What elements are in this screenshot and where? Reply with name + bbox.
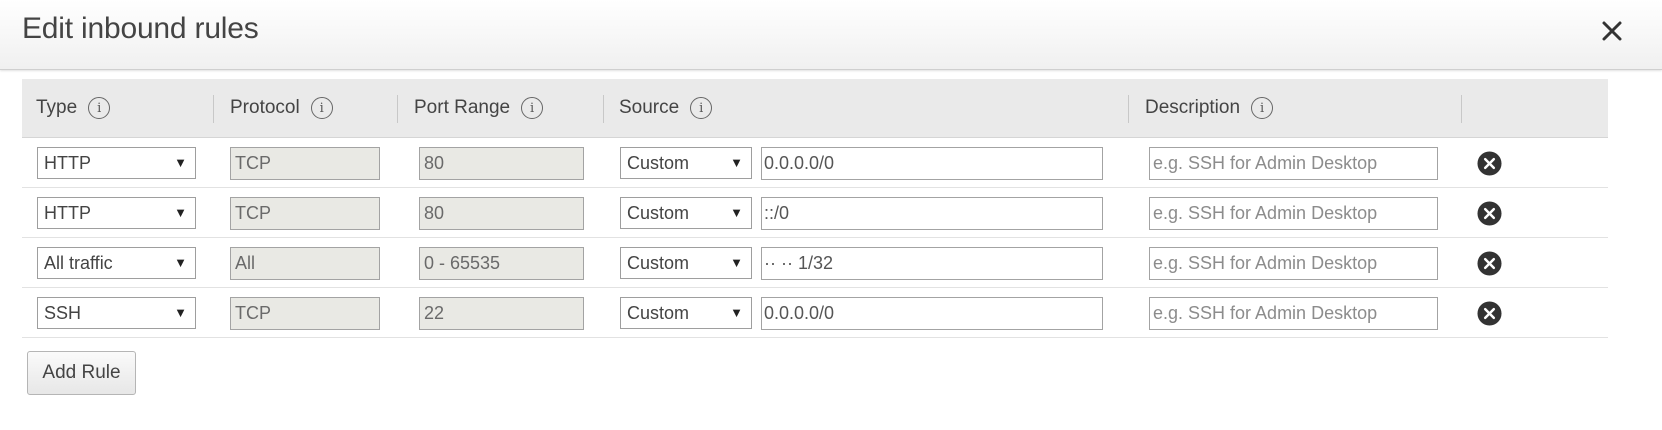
dialog-header: Edit inbound rules <box>0 0 1662 70</box>
port-range-field: 22 <box>419 297 584 330</box>
column-port-range-label: Port Range <box>414 97 511 118</box>
column-protocol-label: Protocol <box>230 97 300 118</box>
column-divider <box>1461 95 1462 123</box>
column-source: Source i <box>619 79 713 137</box>
remove-rule-icon[interactable] <box>1477 301 1502 326</box>
rule-row: HTTP ▼ TCP 80 Custom ▼ 0.0.0.0/0 e.g. SS… <box>22 138 1608 188</box>
remove-rule-icon[interactable] <box>1477 201 1502 226</box>
column-description-label: Description <box>1145 97 1241 118</box>
column-type-label: Type <box>36 97 78 118</box>
source-type-select[interactable]: Custom ▼ <box>620 247 752 279</box>
info-icon[interactable]: i <box>310 97 333 119</box>
chevron-down-icon: ▼ <box>174 155 187 170</box>
source-cidr-input[interactable]: ::/0 <box>761 197 1103 230</box>
column-port-range: Port Range i <box>414 79 544 137</box>
info-icon[interactable]: i <box>1251 97 1274 119</box>
rule-row: HTTP ▼ TCP 80 Custom ▼ ::/0 e.g. SSH for… <box>22 188 1608 238</box>
info-icon[interactable]: i <box>88 97 111 119</box>
table-header: Type i Protocol i Port Range i Source i … <box>22 79 1608 138</box>
chevron-down-icon: ▼ <box>730 305 743 320</box>
source-type-value: Custom <box>627 153 690 173</box>
close-button[interactable] <box>1592 10 1632 54</box>
source-cidr-input[interactable]: 0.0.0.0/0 <box>761 297 1103 330</box>
chevron-down-icon: ▼ <box>730 155 743 170</box>
source-type-select[interactable]: Custom ▼ <box>620 197 752 229</box>
type-select-value: HTTP <box>44 153 91 173</box>
description-input[interactable]: e.g. SSH for Admin Desktop <box>1149 247 1438 280</box>
protocol-field: All <box>230 247 380 280</box>
column-divider <box>603 95 604 123</box>
chevron-down-icon: ▼ <box>174 255 187 270</box>
close-icon <box>1602 21 1622 41</box>
source-type-select[interactable]: Custom ▼ <box>620 297 752 329</box>
column-divider <box>1128 95 1129 123</box>
type-select-value: SSH <box>44 303 82 323</box>
rule-row: SSH ▼ TCP 22 Custom ▼ 0.0.0.0/0 e.g. SSH… <box>22 288 1608 338</box>
source-cidr-input[interactable]: 0.0.0.0/0 <box>761 147 1103 180</box>
rule-row: All traffic ▼ All 0 - 65535 Custom ▼ ·· … <box>22 238 1608 288</box>
source-cidr-input[interactable]: ·· ·· 1/32 <box>761 247 1103 280</box>
column-type: Type i <box>36 79 111 137</box>
port-range-field: 80 <box>419 197 584 230</box>
type-select-value: HTTP <box>44 203 91 223</box>
remove-rule-icon[interactable] <box>1477 151 1502 176</box>
type-select[interactable]: All traffic ▼ <box>37 247 196 279</box>
description-input[interactable]: e.g. SSH for Admin Desktop <box>1149 297 1438 330</box>
description-input[interactable]: e.g. SSH for Admin Desktop <box>1149 147 1438 180</box>
column-protocol: Protocol i <box>230 79 333 137</box>
add-rule-button[interactable]: Add Rule <box>27 351 136 395</box>
dialog-title: Edit inbound rules <box>22 12 259 45</box>
chevron-down-icon: ▼ <box>730 205 743 220</box>
port-range-field: 80 <box>419 147 584 180</box>
type-select[interactable]: HTTP ▼ <box>37 147 196 179</box>
description-input[interactable]: e.g. SSH for Admin Desktop <box>1149 197 1438 230</box>
type-select-value: All traffic <box>44 253 113 273</box>
info-icon[interactable]: i <box>521 97 544 119</box>
chevron-down-icon: ▼ <box>730 255 743 270</box>
source-type-value: Custom <box>627 203 690 223</box>
info-icon[interactable]: i <box>690 97 713 119</box>
column-source-label: Source <box>619 97 680 118</box>
chevron-down-icon: ▼ <box>174 305 187 320</box>
type-select[interactable]: SSH ▼ <box>37 297 196 329</box>
source-type-value: Custom <box>627 303 690 323</box>
remove-rule-icon[interactable] <box>1477 251 1502 276</box>
column-divider <box>213 95 214 123</box>
port-range-field: 0 - 65535 <box>419 247 584 280</box>
chevron-down-icon: ▼ <box>174 205 187 220</box>
protocol-field: TCP <box>230 147 380 180</box>
protocol-field: TCP <box>230 197 380 230</box>
source-type-select[interactable]: Custom ▼ <box>620 147 752 179</box>
column-description: Description i <box>1145 79 1274 137</box>
protocol-field: TCP <box>230 297 380 330</box>
column-divider <box>397 95 398 123</box>
type-select[interactable]: HTTP ▼ <box>37 197 196 229</box>
rules-table: Type i Protocol i Port Range i Source i … <box>22 79 1608 338</box>
source-type-value: Custom <box>627 253 690 273</box>
